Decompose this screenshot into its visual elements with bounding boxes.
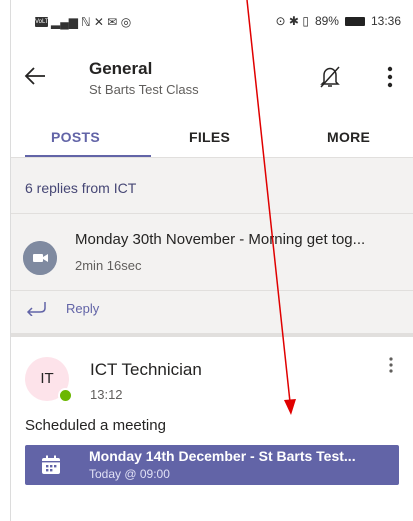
reply-thread: 6 replies from ICT Monday 30th November …	[11, 158, 413, 333]
channel-title: General	[89, 59, 153, 78]
recording-title[interactable]: Monday 30th November - Morning get tog..…	[75, 231, 365, 248]
tab-more[interactable]: MORE	[327, 129, 370, 145]
more-options-icon[interactable]	[387, 66, 393, 88]
clock: 13:36	[370, 14, 401, 28]
volte-icon: VoLTE	[35, 17, 53, 27]
recording-duration: 2min 16sec	[75, 258, 142, 273]
status-bar: VoLTE ▂▄▆ ℕ ✕ ✉ ◎ ⊙ ✱ ▯ 89% 13:36	[11, 0, 413, 36]
meeting-card[interactable]: Monday 14th December - St Barts Test... …	[25, 445, 399, 485]
post-author: ICT Technician	[90, 360, 202, 379]
status-icons-right: ⊙ ✱ ▯ 89% 13:36	[276, 14, 401, 28]
calendar-icon	[42, 455, 60, 474]
post-message: Scheduled a meeting	[25, 417, 166, 434]
status-icons-left: VoLTE ▂▄▆ ℕ ✕ ✉ ◎	[35, 15, 131, 29]
replies-summary[interactable]: 6 replies from ICT	[25, 180, 136, 196]
battery-percent: 89%	[314, 14, 339, 28]
divider	[11, 213, 413, 214]
video-recording-icon	[23, 241, 57, 275]
reply-icon[interactable]	[25, 300, 47, 316]
signal-icon: ▂▄▆	[51, 15, 78, 29]
presence-available-icon	[58, 388, 73, 403]
tab-posts[interactable]: POSTS	[51, 129, 100, 145]
divider	[11, 290, 413, 291]
channel-tabs: POSTS FILES MORE	[11, 122, 413, 158]
bell-muted-icon[interactable]	[317, 64, 343, 90]
reply-button[interactable]: Reply	[66, 301, 99, 316]
team-name: St Barts Test Class	[89, 82, 199, 97]
meeting-title: Monday 14th December - St Barts Test...	[89, 448, 356, 464]
channel-post: IT ICT Technician 13:12 Scheduled a meet…	[11, 337, 413, 521]
post-time: 13:12	[90, 387, 123, 402]
post-more-options-icon[interactable]	[389, 357, 393, 373]
teams-channel-screen: VoLTE ▂▄▆ ℕ ✕ ✉ ◎ ⊙ ✱ ▯ 89% 13:36 Genera…	[10, 0, 413, 521]
tab-files[interactable]: FILES	[189, 129, 230, 145]
meeting-time: Today @ 09:00	[89, 467, 170, 481]
back-arrow-icon[interactable]	[23, 64, 47, 88]
system-icons: ⊙ ✱ ▯	[275, 14, 309, 28]
app-bar: General St Barts Test Class	[11, 48, 413, 108]
battery-icon	[344, 16, 365, 26]
notification-icons: ℕ ✕ ✉ ◎	[80, 15, 132, 29]
